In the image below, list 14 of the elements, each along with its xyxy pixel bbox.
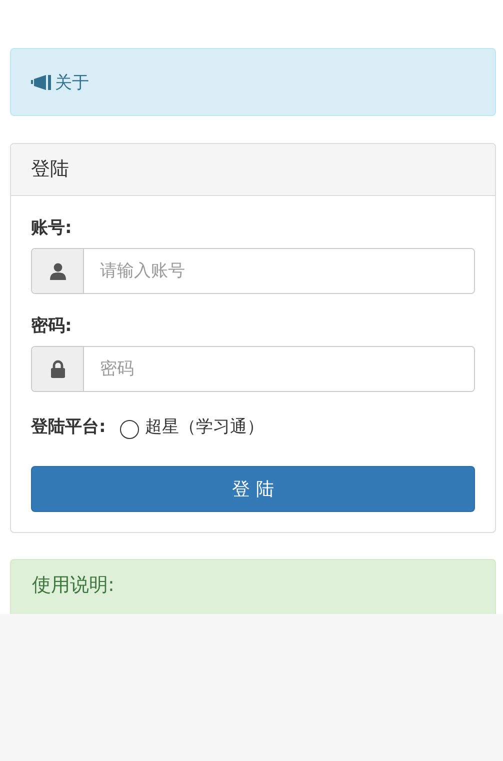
instructions-text: 使用说明: (32, 573, 114, 598)
radio-button[interactable] (120, 420, 139, 439)
panel-title: 登陆 (11, 144, 495, 196)
input-field[interactable]: 密码 (31, 346, 475, 392)
login-button[interactable]: 登 陆 (31, 466, 475, 512)
user-icon (48, 262, 66, 280)
field-label: 登陆平台: (31, 416, 106, 438)
lock-icon (50, 360, 66, 378)
field-label: 密码: (31, 315, 72, 338)
radio-label[interactable]: 超星（学习通） (144, 415, 264, 438)
input-field[interactable]: 请输入账号 (31, 248, 475, 294)
field-label: 账号: (31, 217, 72, 240)
megaphone-icon (31, 74, 51, 90)
about-link[interactable]: 关于 (55, 70, 89, 94)
